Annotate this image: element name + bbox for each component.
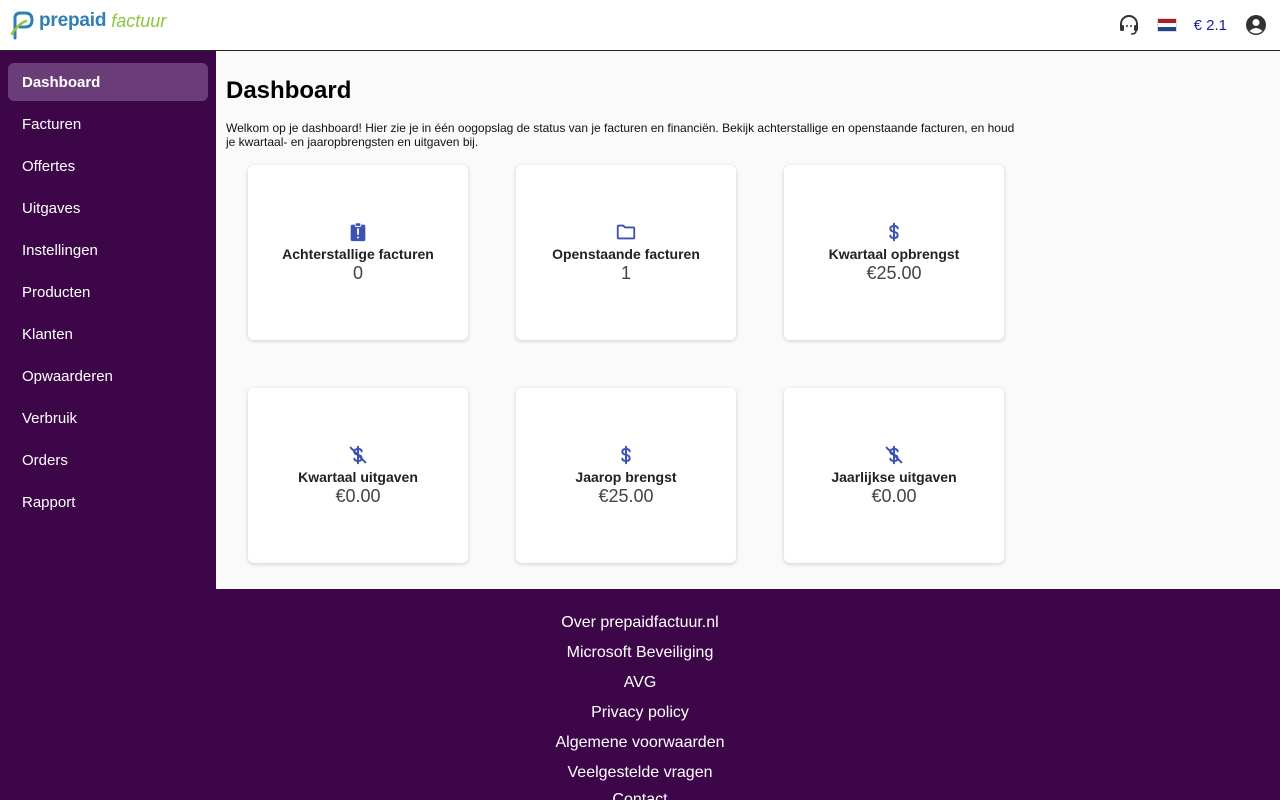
card-value: €25.00 bbox=[866, 263, 922, 283]
sidebar-item-opwaarderen[interactable]: Opwaarderen bbox=[8, 357, 208, 395]
page-title: Dashboard bbox=[226, 77, 352, 104]
logo-p-icon bbox=[10, 11, 34, 40]
dollar-icon bbox=[889, 222, 899, 242]
card-overdue-invoices[interactable]: Achterstallige facturen 0 bbox=[248, 165, 468, 340]
logo-primary-text: prepaid bbox=[39, 10, 107, 31]
card-label: Kwartaal uitgaven bbox=[298, 469, 418, 485]
account-circle-icon[interactable] bbox=[1244, 13, 1268, 37]
sidebar-item-producten[interactable]: Producten bbox=[8, 273, 208, 311]
sidebar-item-klanten[interactable]: Klanten bbox=[8, 315, 208, 353]
card-label: Openstaande facturen bbox=[552, 246, 700, 262]
footer-link-privacy[interactable]: Privacy policy bbox=[0, 704, 1280, 722]
card-quarter-revenue[interactable]: Kwartaal opbrengst €25.00 bbox=[784, 165, 1004, 340]
top-bar: prepaid factuur € 2.1 bbox=[0, 0, 1280, 51]
footer-link-microsoft-security[interactable]: Microsoft Beveiliging bbox=[0, 644, 1280, 662]
card-value: €25.00 bbox=[598, 486, 654, 506]
sidebar-item-instellingen[interactable]: Instellingen bbox=[8, 231, 208, 269]
clipboard-alert-icon bbox=[350, 222, 366, 242]
card-value: 0 bbox=[352, 263, 363, 283]
card-label: Kwartaal opbrengst bbox=[828, 246, 960, 262]
footer-link-terms[interactable]: Algemene voorwaarden bbox=[0, 734, 1280, 752]
card-value: €0.00 bbox=[871, 486, 917, 506]
sidebar: Dashboard Facturen Offertes Uitgaves Ins… bbox=[0, 51, 216, 589]
sidebar-item-dashboard[interactable]: Dashboard bbox=[8, 63, 208, 101]
sidebar-item-facturen[interactable]: Facturen bbox=[8, 105, 208, 143]
card-quarter-expenses[interactable]: Kwartaal uitgaven €0.00 bbox=[248, 388, 468, 563]
headset-icon[interactable] bbox=[1117, 13, 1141, 37]
footer-link-about[interactable]: Over prepaidfactuur.nl bbox=[0, 614, 1280, 632]
card-open-invoices[interactable]: Openstaande facturen 1 bbox=[516, 165, 736, 340]
footer-link-contact[interactable]: Contact bbox=[0, 791, 1280, 800]
logo-secondary-text: factuur bbox=[111, 10, 167, 31]
card-value: 1 bbox=[620, 263, 631, 283]
card-value: €0.00 bbox=[335, 486, 381, 506]
sidebar-item-offertes[interactable]: Offertes bbox=[8, 147, 208, 185]
card-label: Achterstallige facturen bbox=[282, 246, 434, 262]
logo[interactable]: prepaid factuur bbox=[10, 8, 166, 42]
main-content: Dashboard Welkom op je dashboard! Hier z… bbox=[216, 51, 1280, 589]
footer-link-faq[interactable]: Veelgestelde vragen bbox=[0, 764, 1280, 782]
sidebar-item-verbruik[interactable]: Verbruik bbox=[8, 399, 208, 437]
sidebar-item-rapport[interactable]: Rapport bbox=[8, 483, 208, 521]
dollar-off-icon bbox=[349, 445, 367, 465]
footer-link-avg[interactable]: AVG bbox=[0, 674, 1280, 692]
card-label: Jaarlijkse uitgaven bbox=[831, 469, 957, 485]
card-year-expenses[interactable]: Jaarlijkse uitgaven €0.00 bbox=[784, 388, 1004, 563]
dollar-icon bbox=[621, 445, 631, 465]
balance-amount[interactable]: € 2.1 bbox=[1194, 17, 1227, 34]
card-label: Jaarop brengst bbox=[575, 469, 677, 485]
netherlands-flag-icon[interactable] bbox=[1156, 18, 1177, 32]
folder-icon bbox=[616, 224, 636, 240]
footer: Over prepaidfactuur.nl Microsoft Beveili… bbox=[0, 589, 1280, 800]
intro-text: Welkom op je dashboard! Hier zie je in é… bbox=[226, 121, 1015, 149]
header-actions: € 2.1 bbox=[1117, 13, 1268, 37]
card-year-revenue[interactable]: Jaarop brengst €25.00 bbox=[516, 388, 736, 563]
sidebar-item-uitgaves[interactable]: Uitgaves bbox=[8, 189, 208, 227]
sidebar-item-orders[interactable]: Orders bbox=[8, 441, 208, 479]
dollar-off-icon bbox=[885, 445, 903, 465]
